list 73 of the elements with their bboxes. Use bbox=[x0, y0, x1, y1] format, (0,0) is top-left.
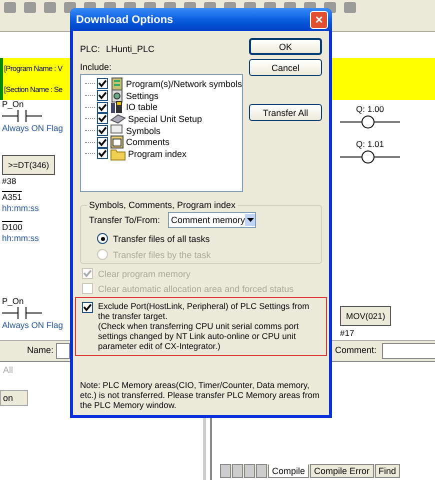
output-tab[interactable]: Compile bbox=[268, 464, 310, 478]
exclude-checkbox[interactable] bbox=[82, 302, 93, 313]
output-tab[interactable]: Find bbox=[374, 464, 400, 478]
coil-icon bbox=[340, 150, 400, 164]
caret-icon bbox=[246, 218, 254, 222]
operand-label: #38 bbox=[2, 176, 16, 186]
radio-button[interactable] bbox=[97, 233, 108, 244]
tree-item[interactable]: Comments bbox=[126, 137, 170, 148]
contact-comment: Always ON Flag bbox=[2, 320, 63, 330]
toolbar-icon[interactable] bbox=[344, 2, 356, 13]
instruction-block: MOV(021) bbox=[340, 306, 392, 326]
operand-label: #17 bbox=[340, 328, 354, 338]
memory-dropdown[interactable]: Comment memory bbox=[168, 212, 256, 228]
transfer-label: Transfer To/From: bbox=[89, 215, 160, 225]
instruction-block: >=DT(346) bbox=[2, 155, 56, 175]
contact-comment: Always ON Flag bbox=[2, 123, 63, 133]
group-title: Symbols, Comments, Program index bbox=[88, 200, 237, 210]
item-checkbox[interactable] bbox=[97, 148, 108, 160]
dialog-title: Download Options bbox=[76, 14, 174, 26]
exclude-hint: (Check when transferring CPU unit serial comms port settings changed by NT Link auto-online or CPU unit parameter edit of CX-Integrator.) bbox=[98, 321, 300, 351]
toolbar-icon[interactable] bbox=[4, 2, 16, 13]
coil-label: Q: 1.00 bbox=[356, 104, 384, 114]
tree-item[interactable]: Settings bbox=[126, 90, 159, 101]
unit-icon bbox=[110, 112, 126, 126]
comments-icon bbox=[110, 135, 124, 150]
operand-label: D100 bbox=[2, 222, 22, 232]
tree-item[interactable]: IO table bbox=[126, 102, 158, 112]
transfer-all-button[interactable]: Transfer All bbox=[249, 104, 322, 121]
settings-icon bbox=[110, 88, 124, 103]
item-checkbox[interactable] bbox=[96, 78, 108, 90]
exclude-label[interactable]: Exclude Port(HostLink, Peripheral) of PLC Settings from the transfer target. bbox=[98, 301, 320, 321]
comment-field[interactable] bbox=[382, 343, 435, 359]
comment-label: Comment: bbox=[335, 345, 377, 355]
contact-icon bbox=[2, 307, 42, 319]
coil-icon bbox=[340, 115, 400, 129]
contact-label: P_On bbox=[2, 296, 24, 306]
operand-comment: hh:mm:ss bbox=[2, 203, 39, 213]
scroll-button[interactable] bbox=[232, 464, 243, 478]
plc-name: LHunti_PLC bbox=[106, 44, 155, 54]
tree-item[interactable]: Program(s)/Network symbols bbox=[126, 78, 242, 89]
scroll-button[interactable] bbox=[220, 464, 231, 478]
operand-comment: hh:mm:ss bbox=[2, 233, 39, 243]
plc-label: PLC: bbox=[80, 44, 100, 54]
document-stack-icon bbox=[110, 76, 124, 91]
toolbar-icon[interactable] bbox=[24, 2, 36, 13]
ok-button[interactable]: OK bbox=[249, 38, 322, 55]
name-label: Name: bbox=[27, 345, 54, 355]
scroll-button[interactable] bbox=[244, 464, 255, 478]
tree-item[interactable]: Symbols bbox=[126, 126, 161, 136]
all-label: All bbox=[3, 365, 14, 375]
item-checkbox[interactable] bbox=[97, 125, 108, 136]
output-tab[interactable]: Compile Error bbox=[310, 464, 374, 478]
column-header[interactable]: on bbox=[0, 390, 28, 406]
contact-icon bbox=[2, 110, 42, 122]
include-label: Include: bbox=[80, 62, 113, 72]
toolbar-icon[interactable] bbox=[44, 2, 56, 13]
item-checkbox[interactable] bbox=[97, 102, 108, 113]
close-button[interactable]: × bbox=[310, 10, 328, 28]
cancel-button[interactable]: Cancel bbox=[249, 59, 322, 76]
note-text: Note: PLC Memory areas(CIO, Timer/Counter, Data memory, etc.) is not transferred. Please transfer PLC Memory areas from the PLC Memory window. bbox=[80, 380, 321, 411]
folder-icon bbox=[110, 146, 126, 161]
item-checkbox[interactable] bbox=[97, 136, 108, 148]
operand-label: A351 bbox=[2, 192, 22, 202]
module-icon bbox=[110, 100, 124, 114]
tree-item[interactable]: Program index bbox=[128, 148, 187, 159]
contact-label: P_On bbox=[2, 99, 24, 109]
item-checkbox[interactable] bbox=[97, 90, 108, 102]
item-checkbox[interactable] bbox=[97, 113, 108, 124]
tree-item[interactable]: Special Unit Setup bbox=[128, 114, 202, 124]
scroll-button[interactable] bbox=[256, 464, 267, 478]
name-field[interactable] bbox=[56, 343, 70, 359]
radio-label[interactable]: Transfer files of all tasks bbox=[113, 234, 210, 244]
coil-label: Q: 1.01 bbox=[356, 139, 384, 149]
